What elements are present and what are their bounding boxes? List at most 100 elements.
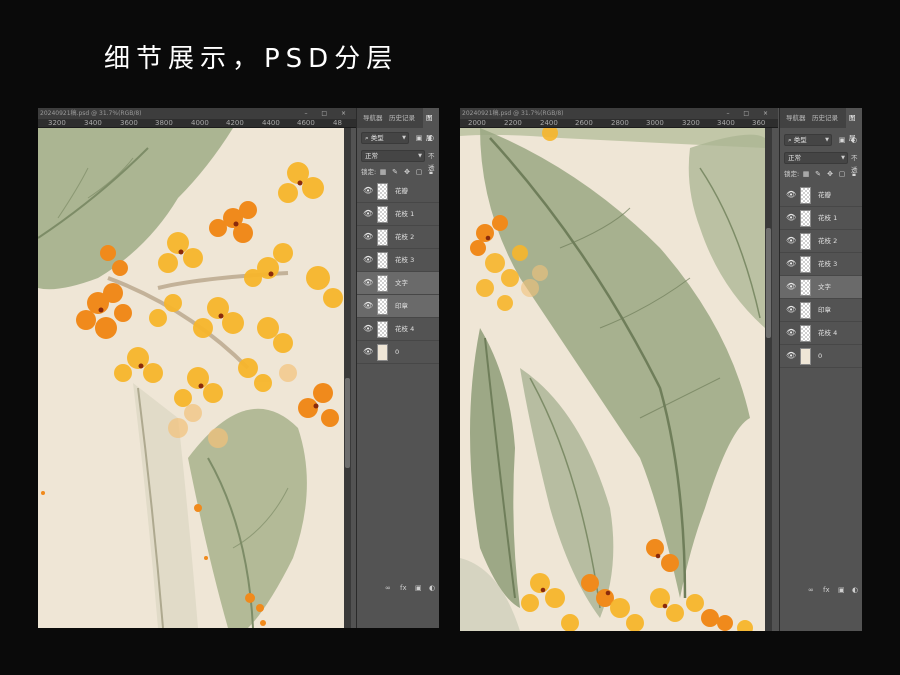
visibility-eye-icon[interactable]: 👁︎ — [786, 350, 796, 362]
layer-list: 👁︎ 花瓣 👁︎ 花枝 1 👁︎ 花枝 2 👁︎ 花枝 3 👁︎ 文字 👁︎ 印章 👁︎ 花枝 4 👁︎ 0 — [357, 180, 439, 364]
link-icon[interactable]: ∞ — [385, 580, 391, 596]
mask-icon[interactable]: ▣ — [415, 580, 422, 596]
blend-mode-select[interactable]: 正常 ▼ — [784, 152, 848, 164]
horizontal-ruler: 3200 3400 3600 3800 4000 4200 4400 4600 … — [38, 119, 356, 128]
layer-row[interactable]: 👁︎ 0 — [357, 341, 439, 364]
ruler-label: 3600 — [120, 119, 138, 127]
tab-navigator[interactable]: 导航器 — [363, 108, 383, 128]
layer-row[interactable]: 👁︎ 花枝 3 — [780, 253, 862, 276]
artwork-canvas[interactable] — [38, 128, 344, 628]
window-controls[interactable]: – □ × — [304, 108, 352, 119]
layer-row[interactable]: 👁︎ 0 — [780, 345, 862, 368]
document-title-bar: 20240921稿.psd @ 31.7%(RGB/8) – □ × — [460, 108, 778, 119]
lock-all-icon[interactable]: 🔒︎ — [850, 170, 858, 178]
adjustment-filter-icon[interactable]: ◐ — [427, 134, 435, 142]
layer-row[interactable]: 👁︎ 文字 — [780, 276, 862, 299]
filter-label: 类型 — [370, 134, 384, 142]
ruler-label: 3800 — [155, 119, 173, 127]
layer-row[interactable]: 👁︎ 印章 — [780, 299, 862, 322]
blend-mode-select[interactable]: 正常 ▼ — [361, 150, 425, 162]
layer-row[interactable]: 👁︎ 花瓣 — [780, 184, 862, 207]
visibility-eye-icon[interactable]: 👁︎ — [363, 300, 373, 312]
visibility-eye-icon[interactable]: 👁︎ — [786, 327, 796, 339]
visibility-eye-icon[interactable]: 👁︎ — [363, 254, 373, 266]
adjustment-icon[interactable]: ◐ — [852, 582, 858, 598]
layers-panel: 导航器 历史记录 图层 ⌕ 类型 ▼ ▣ ◐ 正常 ▼ 不透 锁定: ▦ ✎ ✥… — [779, 108, 862, 631]
mask-icon[interactable]: ▣ — [838, 582, 845, 598]
ruler-label: 360 — [752, 119, 766, 127]
link-icon[interactable]: ∞ — [808, 582, 814, 598]
visibility-eye-icon[interactable]: 👁︎ — [363, 231, 373, 243]
layer-name: 花瓣 — [818, 191, 831, 199]
vertical-scrollbar[interactable] — [344, 128, 351, 628]
tab-history[interactable]: 历史记录 — [812, 108, 838, 128]
panel-footer: ∞ fx ▣ ◐ — [357, 580, 439, 596]
vertical-scrollbar[interactable] — [765, 128, 772, 631]
lock-label: 锁定: — [784, 170, 800, 178]
ruler-label: 3400 — [717, 119, 735, 127]
lock-artboard-icon[interactable]: ▢ — [415, 168, 423, 176]
visibility-eye-icon[interactable]: 👁︎ — [363, 208, 373, 220]
osmanthus-painting — [38, 128, 344, 628]
scrollbar-thumb[interactable] — [766, 228, 771, 338]
visibility-eye-icon[interactable]: 👁︎ — [786, 212, 796, 224]
layer-thumbnail — [377, 298, 388, 315]
layer-name: 文字 — [818, 283, 831, 291]
layer-name: 花枝 1 — [395, 210, 415, 218]
layer-filter-select[interactable]: ⌕ 类型 ▼ — [361, 132, 409, 144]
layer-name: 文字 — [395, 279, 408, 287]
lock-artboard-icon[interactable]: ▢ — [838, 170, 846, 178]
ruler-label: 48 — [333, 119, 342, 127]
artwork-canvas[interactable] — [460, 128, 765, 631]
visibility-eye-icon[interactable]: 👁︎ — [363, 277, 373, 289]
chevron-down-icon: ▼ — [841, 155, 845, 161]
visibility-eye-icon[interactable]: 👁︎ — [786, 304, 796, 316]
chevron-down-icon: ▼ — [825, 137, 829, 143]
layer-row[interactable]: 👁︎ 花枝 4 — [780, 322, 862, 345]
layer-row[interactable]: 👁︎ 花瓣 — [357, 180, 439, 203]
lock-brush-icon[interactable]: ✎ — [814, 170, 822, 178]
lock-move-icon[interactable]: ✥ — [403, 168, 411, 176]
photoshop-window-left: 20240921稿.psd @ 31.7%(RGB/8) – □ × 3200 … — [38, 108, 439, 628]
adjustment-filter-icon[interactable]: ◐ — [850, 136, 858, 144]
layer-row[interactable]: 👁︎ 花枝 1 — [780, 207, 862, 230]
layer-thumbnail — [377, 229, 388, 246]
layer-filter-select[interactable]: ⌕ 类型 ▼ — [784, 134, 832, 146]
layer-row[interactable]: 👁︎ 花枝 4 — [357, 318, 439, 341]
visibility-eye-icon[interactable]: 👁︎ — [363, 185, 373, 197]
layer-row[interactable]: 👁︎ 花枝 3 — [357, 249, 439, 272]
image-filter-icon[interactable]: ▣ — [838, 136, 846, 144]
window-controls[interactable]: – □ × — [726, 108, 774, 119]
image-filter-icon[interactable]: ▣ — [415, 134, 423, 142]
layer-row[interactable]: 👁︎ 文字 — [357, 272, 439, 295]
layer-name: 印章 — [818, 306, 831, 314]
layer-name: 印章 — [395, 302, 408, 310]
ruler-label: 3400 — [84, 119, 102, 127]
visibility-eye-icon[interactable]: 👁︎ — [363, 346, 373, 358]
lock-all-icon[interactable]: 🔒︎ — [427, 168, 435, 176]
layer-thumbnail — [800, 187, 811, 204]
visibility-eye-icon[interactable]: 👁︎ — [786, 281, 796, 293]
fx-icon[interactable]: fx — [400, 580, 407, 596]
visibility-eye-icon[interactable]: 👁︎ — [786, 235, 796, 247]
scrollbar-thumb[interactable] — [345, 378, 350, 468]
layer-row[interactable]: 👁︎ 印章 — [357, 295, 439, 318]
panel-footer: ∞ fx ▣ ◐ — [780, 582, 862, 598]
visibility-eye-icon[interactable]: 👁︎ — [786, 258, 796, 270]
tab-history[interactable]: 历史记录 — [389, 108, 415, 128]
tab-layers[interactable]: 图层 — [423, 108, 439, 148]
lock-move-icon[interactable]: ✥ — [826, 170, 834, 178]
adjustment-icon[interactable]: ◐ — [429, 580, 435, 596]
layer-thumbnail — [800, 325, 811, 342]
layer-row[interactable]: 👁︎ 花枝 1 — [357, 203, 439, 226]
visibility-eye-icon[interactable]: 👁︎ — [363, 323, 373, 335]
layer-thumbnail — [377, 275, 388, 292]
layer-row[interactable]: 👁︎ 花枝 2 — [357, 226, 439, 249]
layer-row[interactable]: 👁︎ 花枝 2 — [780, 230, 862, 253]
fx-icon[interactable]: fx — [823, 582, 830, 598]
lock-transparent-icon[interactable]: ▦ — [379, 168, 387, 176]
lock-brush-icon[interactable]: ✎ — [391, 168, 399, 176]
lock-transparent-icon[interactable]: ▦ — [802, 170, 810, 178]
visibility-eye-icon[interactable]: 👁︎ — [786, 189, 796, 201]
tab-navigator[interactable]: 导航器 — [786, 108, 806, 128]
